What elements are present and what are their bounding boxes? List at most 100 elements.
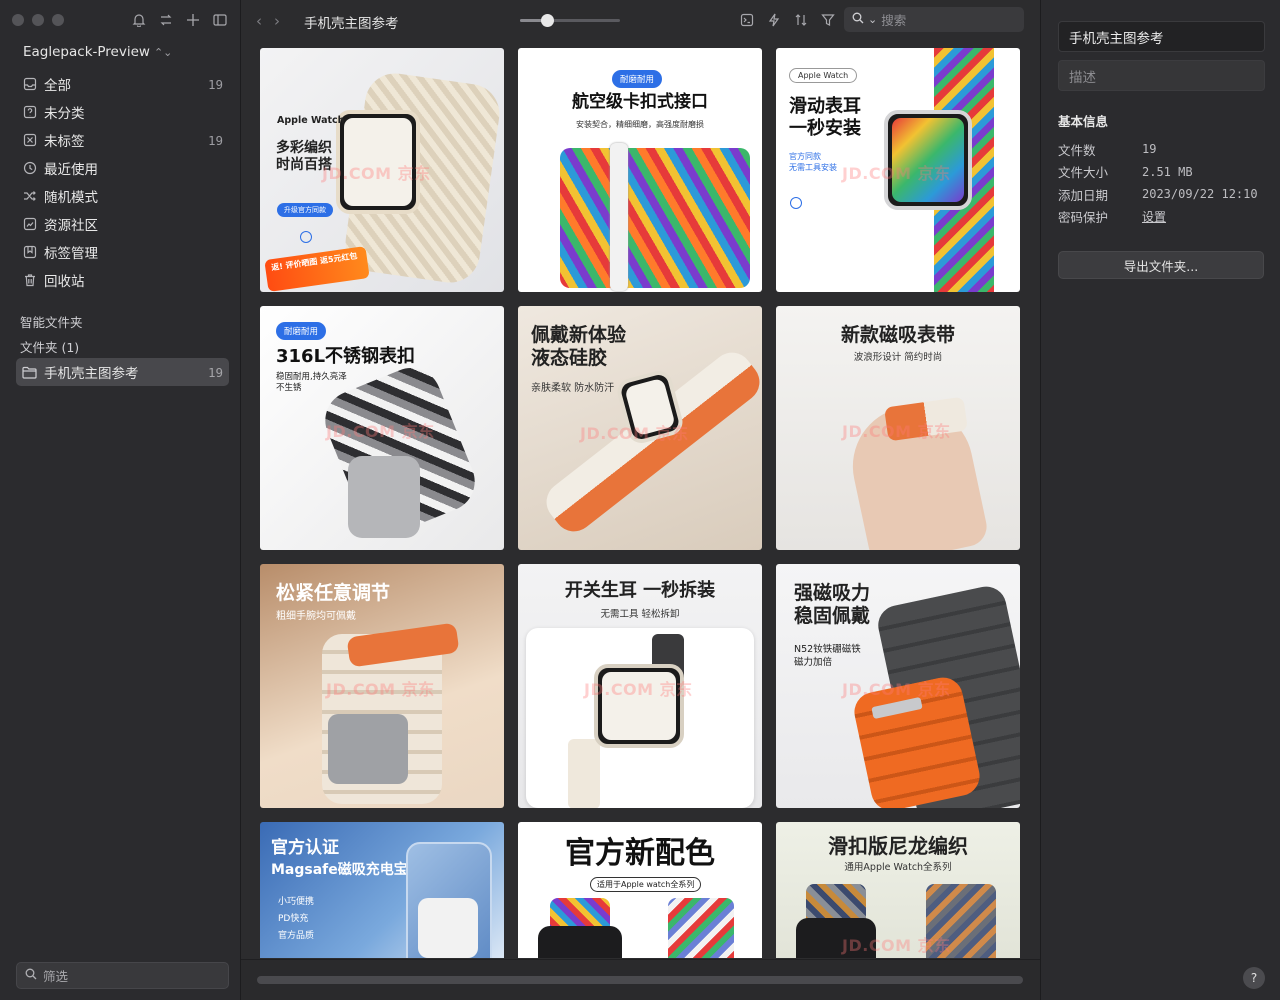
sidebar-folder-phone-case[interactable]: 手机壳主图参考 19: [16, 358, 229, 386]
sidebar: Eaglepack-Preview ⌃⌄ 全部 19 未分类 未标签 19 最近使…: [0, 0, 241, 1000]
folder-label: 手机壳主图参考: [44, 366, 139, 382]
filter-input[interactable]: 筛选: [16, 962, 229, 989]
description-placeholder: 描述: [1069, 69, 1096, 86]
sidebar-item-count: 19: [207, 132, 223, 148]
info-value: 2023/09/22 12:10: [1142, 187, 1258, 202]
description-field[interactable]: 描述: [1058, 60, 1265, 91]
filter-funnel-icon[interactable]: [819, 11, 837, 29]
search-icon: [25, 968, 37, 983]
light-strap: [568, 739, 600, 808]
watermark-text: JD.COM 京东: [842, 422, 951, 441]
card-sub: 官方同款 无需工具安装: [789, 152, 837, 172]
untagged-icon: [22, 132, 38, 148]
watermark-text: JD.COM 京东: [584, 680, 693, 699]
slider-knob[interactable]: [540, 14, 554, 27]
main-content: ‹ › 手机壳主图参考 ⌄ 搜索 Apple Watch 多彩编织 时尚百搭 升…: [241, 0, 1040, 1000]
card-sub: 稳固耐用,持久亮泽 不生锈: [276, 372, 347, 394]
close-window-button[interactable]: [12, 14, 24, 26]
clock-icon: [22, 160, 38, 176]
card-sub: 通用Apple Watch全系列: [844, 862, 952, 873]
bell-icon[interactable]: [130, 11, 148, 29]
sidebar-item-random[interactable]: 随机模式: [16, 182, 229, 210]
filter-placeholder: 筛选: [43, 969, 69, 984]
inspector-panel: 手机壳主图参考 描述 基本信息 文件数 19 文件大小 2.51 MB 添加日期…: [1040, 0, 1280, 1000]
sidebar-item-untagged[interactable]: 未标签 19: [16, 126, 229, 154]
sidebar-item-label: 未分类: [44, 106, 85, 122]
minimize-window-button[interactable]: [32, 14, 44, 26]
search-input[interactable]: ⌄ 搜索: [844, 7, 1024, 32]
basic-info-list: 文件数 19 文件大小 2.51 MB 添加日期 2023/09/22 12:1…: [1058, 138, 1268, 228]
basic-info-heading: 基本信息: [1058, 114, 1109, 129]
sidebar-item-label: 回收站: [44, 274, 85, 290]
card-sub: 粗细手腕均可佩戴: [276, 611, 356, 622]
add-icon[interactable]: [184, 11, 202, 29]
grid-item[interactable]: 新款磁吸表带 波浪形设计 简约时尚 JD.COM 京东: [776, 306, 1020, 550]
search-placeholder: 搜索: [881, 13, 907, 28]
sidebar-item-label: 标签管理: [44, 246, 98, 262]
feature-item: PD快充: [278, 914, 309, 925]
terminal-icon[interactable]: [738, 11, 756, 29]
sidebar-item-community[interactable]: 资源社区: [16, 210, 229, 238]
shuffle-icon: [22, 188, 38, 204]
grid-item[interactable]: 开关生耳 一秒拆装 无需工具 轻松拆卸 JD.COM 京东: [518, 564, 762, 808]
back-arrow-icon[interactable]: ‹: [256, 12, 262, 30]
folder-icon: [22, 366, 38, 379]
sidebar-item-all[interactable]: 全部 19: [16, 70, 229, 98]
sidebar-item-label: 最近使用: [44, 162, 98, 178]
lightning-icon[interactable]: [765, 11, 783, 29]
card-headline: 松紧任意调节: [276, 582, 391, 604]
sidebar-item-tag-manager[interactable]: 标签管理: [16, 238, 229, 266]
grid-item[interactable]: 耐磨耐用 航空级卡扣式接口 安装契合，精细细磨，高强度耐磨损: [518, 48, 762, 292]
zoom-window-button[interactable]: [52, 14, 64, 26]
grid-item[interactable]: 佩戴新体验 液态硅胶 亲肤柔软 防水防汗 JD.COM 京东: [518, 306, 762, 550]
info-key: 文件数: [1058, 142, 1096, 158]
grid-item[interactable]: Apple Watch 滑动表耳 一秒安装 官方同款 无需工具安装 JD.COM…: [776, 48, 1020, 292]
grid-item[interactable]: 官方新配色 适用于Apple watch全系列: [518, 822, 762, 958]
power-bank-image: [418, 898, 478, 958]
grid-item[interactable]: 官方认证 Magsafe磁吸充电宝 小巧便携 PD快充 官方品质: [260, 822, 504, 958]
sidebar-toggle-icon[interactable]: [211, 11, 229, 29]
scrollbar-thumb[interactable]: [257, 976, 1023, 984]
info-key: 文件大小: [1058, 165, 1109, 181]
library-switcher[interactable]: Eaglepack-Preview ⌃⌄: [23, 44, 172, 60]
help-button[interactable]: ?: [1243, 967, 1265, 989]
watermark-text: JD.COM 京东: [322, 164, 431, 183]
folder-count: 19: [207, 364, 223, 380]
card-sub: Magsafe磁吸充电宝: [271, 862, 408, 878]
sidebar-item-label: 随机模式: [44, 190, 98, 206]
sort-icon[interactable]: [792, 11, 810, 29]
folders-heading[interactable]: 文件夹 (1): [20, 337, 79, 356]
grid-item[interactable]: 强磁吸力 稳固佩戴 N52钕铁硼磁铁 磁力加倍 JD.COM 京东: [776, 564, 1020, 808]
info-value: 19: [1142, 142, 1157, 157]
horizontal-scrollbar[interactable]: [241, 959, 1040, 1000]
card-headline: 强磁吸力 稳固佩戴: [794, 582, 871, 627]
community-icon: [22, 216, 38, 232]
info-row-date-added: 添加日期 2023/09/22 12:10: [1058, 183, 1268, 206]
set-password-link[interactable]: 设置: [1142, 208, 1166, 225]
trash-icon: [22, 272, 38, 288]
chevron-updown-icon: ⌃⌄: [153, 46, 173, 59]
card-headline: 官方认证: [271, 838, 339, 858]
export-folder-button[interactable]: 导出文件夹...: [1058, 251, 1264, 279]
card-sub: 亲肤柔软 防水防汗: [531, 383, 615, 394]
sidebar-item-trash[interactable]: 回收站: [16, 266, 229, 294]
grid-item[interactable]: 耐磨耐用 316L不锈钢表扣 稳固耐用,持久亮泽 不生锈 JD.COM 京东: [260, 306, 504, 550]
sidebar-item-count: 19: [207, 76, 223, 92]
grid-item[interactable]: 滑扣版尼龙编织 通用Apple Watch全系列 JD.COM 京东: [776, 822, 1020, 958]
forward-arrow-icon[interactable]: ›: [274, 12, 280, 30]
thumbnail-size-slider[interactable]: [520, 14, 620, 28]
smart-folders-heading[interactable]: 智能文件夹: [20, 312, 83, 331]
feature-item: 小巧便携: [278, 897, 315, 907]
folder-name-field[interactable]: 手机壳主图参考: [1058, 21, 1265, 52]
grid-item[interactable]: 松紧任意调节 粗细手腕均可佩戴 JD.COM 京东: [260, 564, 504, 808]
info-row-password: 密码保护 设置: [1058, 206, 1268, 229]
bookmark-icon: [22, 244, 38, 260]
watermark-text: JD.COM 京东: [580, 424, 689, 443]
sync-icon[interactable]: [157, 11, 175, 29]
card-sub: 波浪形设计 简约时尚: [853, 352, 943, 363]
grid-item[interactable]: Apple Watch 多彩编织 时尚百搭 升级官方同款 返! 评价晒图 返5元…: [260, 48, 504, 292]
watch-image: [538, 926, 622, 958]
sidebar-item-label: 全部: [44, 78, 71, 94]
sidebar-item-uncategorized[interactable]: 未分类: [16, 98, 229, 126]
sidebar-item-recent[interactable]: 最近使用: [16, 154, 229, 182]
